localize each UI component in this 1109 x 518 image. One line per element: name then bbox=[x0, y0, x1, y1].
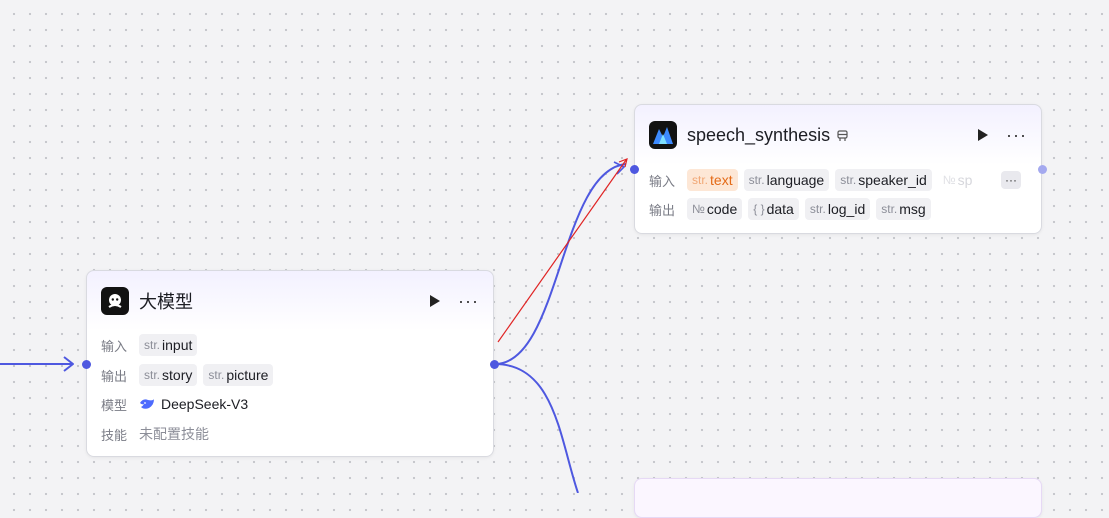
param-name: picture bbox=[226, 367, 269, 383]
param-name: sp bbox=[957, 172, 973, 188]
speech-input-port[interactable] bbox=[630, 165, 639, 174]
run-node-button[interactable] bbox=[974, 126, 992, 144]
param-type: str. bbox=[748, 173, 765, 187]
output-label: 输出 bbox=[649, 202, 676, 218]
input-param-tag[interactable]: str. language bbox=[743, 169, 830, 191]
output-param-tag[interactable]: str. msg bbox=[876, 198, 931, 220]
llm-node[interactable]: 大模型 ··· 输入 str. input 输出 str. story str. bbox=[86, 270, 494, 457]
param-type: str. bbox=[692, 173, 709, 187]
drag-connection-line bbox=[497, 159, 627, 343]
model-label: 模型 bbox=[101, 397, 128, 413]
param-name: speaker_id bbox=[858, 172, 927, 188]
output-param-tag[interactable]: { } data bbox=[748, 198, 799, 220]
llm-input-row: 输入 str. input bbox=[101, 333, 198, 357]
speech-output-port[interactable] bbox=[1038, 165, 1047, 174]
more-options-button[interactable]: ··· bbox=[1006, 126, 1027, 144]
param-type: { } bbox=[753, 202, 765, 216]
speech-output-row: 输出 № code { } data str. log_id str. msg bbox=[649, 197, 931, 221]
llm-node-header: 大模型 ··· bbox=[101, 287, 479, 315]
speech-input-row: 输入 str. text str. language str. speaker_… bbox=[649, 168, 1021, 192]
param-name: text bbox=[710, 172, 733, 188]
speech-synthesis-node[interactable]: speech_synthesis ··· 输入 str. text str. l… bbox=[634, 104, 1042, 234]
llm-skills-row: 技能 未配置技能 bbox=[101, 422, 209, 446]
input-param-tag[interactable]: str. input bbox=[139, 334, 198, 356]
input-label: 输入 bbox=[649, 173, 676, 189]
param-type: str. bbox=[144, 368, 161, 382]
param-type: str. bbox=[881, 202, 898, 216]
input-param-tag-truncated[interactable]: № sp bbox=[938, 169, 978, 191]
play-icon bbox=[430, 295, 441, 307]
skills-label: 技能 bbox=[101, 427, 128, 443]
param-type: № bbox=[692, 202, 705, 216]
output-param-tag[interactable]: str. story bbox=[139, 364, 198, 386]
param-type: str. bbox=[840, 173, 857, 187]
llm-output-row: 输出 str. story str. picture bbox=[101, 363, 274, 387]
llm-node-title: 大模型 bbox=[139, 292, 193, 312]
edge-llm-to-next[interactable] bbox=[494, 363, 579, 493]
play-icon bbox=[978, 129, 989, 141]
run-node-button[interactable] bbox=[426, 292, 444, 310]
deepseek-whale-icon bbox=[140, 399, 154, 409]
input-param-tag[interactable]: str. speaker_id bbox=[835, 169, 932, 191]
next-node-partial[interactable] bbox=[634, 478, 1042, 518]
model-name: DeepSeek-V3 bbox=[161, 396, 249, 412]
param-type: str. bbox=[208, 368, 225, 382]
output-param-tag[interactable]: str. picture bbox=[203, 364, 274, 386]
input-label: 输入 bbox=[101, 338, 128, 354]
llm-node-actions: ··· bbox=[426, 292, 479, 310]
llm-input-port[interactable] bbox=[82, 360, 91, 369]
param-name: code bbox=[706, 201, 738, 217]
param-name: log_id bbox=[827, 201, 866, 217]
param-name: language bbox=[766, 172, 825, 188]
input-param-tag-highlighted[interactable]: str. text bbox=[687, 169, 738, 191]
param-type: № bbox=[942, 173, 956, 187]
param-name: msg bbox=[899, 201, 926, 217]
output-param-tag[interactable]: str. log_id bbox=[804, 198, 871, 220]
skills-value: 未配置技能 bbox=[139, 426, 209, 442]
more-inputs-button[interactable]: ··· bbox=[1001, 171, 1021, 189]
model-selector[interactable]: DeepSeek-V3 bbox=[139, 396, 248, 412]
speech-node-title: speech_synthesis bbox=[687, 124, 831, 145]
llm-model-row: 模型 DeepSeek-V3 bbox=[101, 392, 248, 416]
edge-llm-to-speech[interactable] bbox=[494, 163, 627, 365]
speech-node-header: speech_synthesis ··· bbox=[649, 121, 1027, 149]
speech-node-actions: ··· bbox=[974, 126, 1027, 144]
param-type: str. bbox=[809, 202, 826, 216]
workflow-canvas[interactable]: 大模型 ··· 输入 str. input 输出 str. story str. bbox=[0, 0, 1109, 518]
llm-avatar-icon bbox=[101, 287, 129, 315]
llm-output-port[interactable] bbox=[490, 360, 499, 369]
more-options-button[interactable]: ··· bbox=[458, 292, 479, 310]
volcano-speech-icon bbox=[649, 121, 677, 149]
output-label: 输出 bbox=[101, 368, 128, 384]
output-param-tag[interactable]: № code bbox=[687, 198, 743, 220]
param-name: data bbox=[766, 201, 794, 217]
param-type: str. bbox=[144, 338, 161, 352]
param-name: input bbox=[162, 337, 193, 353]
param-name: story bbox=[162, 367, 193, 383]
plugin-badge-icon bbox=[836, 129, 849, 142]
